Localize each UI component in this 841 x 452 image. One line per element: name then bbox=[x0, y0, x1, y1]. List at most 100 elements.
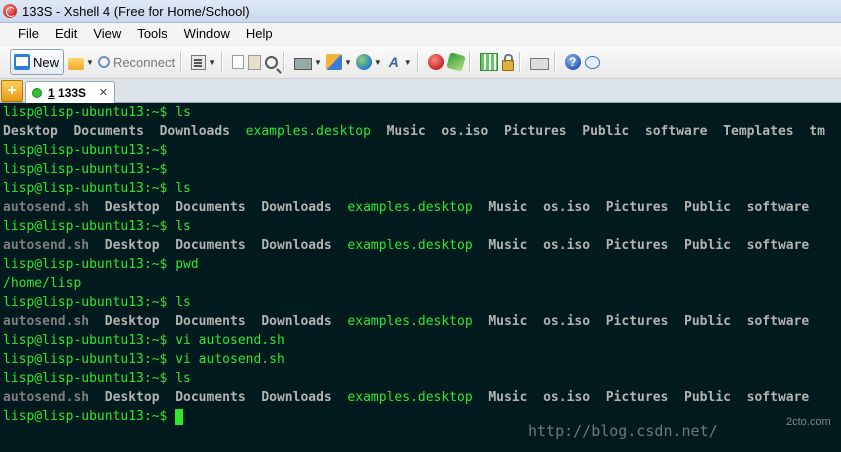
chevron-down-icon: ▼ bbox=[403, 57, 412, 67]
menu-view[interactable]: View bbox=[85, 23, 129, 45]
terminal-line: lisp@lisp-ubuntu13:~$ pwd bbox=[3, 255, 199, 274]
ls-entry: tm bbox=[809, 124, 825, 139]
menu-tools[interactable]: Tools bbox=[129, 23, 175, 45]
chat-button[interactable] bbox=[584, 50, 600, 74]
menu-window[interactable]: Window bbox=[176, 23, 238, 45]
tab-label: 1 133S bbox=[48, 85, 87, 100]
ls-entry: Downloads bbox=[159, 124, 231, 139]
lock-button[interactable] bbox=[501, 50, 514, 74]
chat-icon bbox=[584, 55, 600, 69]
text-cursor bbox=[175, 408, 184, 425]
shell-prompt: lisp@lisp-ubuntu13:~$ bbox=[3, 143, 168, 158]
terminal-line: lisp@lisp-ubuntu13:~$ bbox=[3, 141, 167, 160]
terminal-line: lisp@lisp-ubuntu13:~$ ls bbox=[3, 217, 191, 236]
encoding-button[interactable]: ▼ bbox=[355, 50, 382, 74]
transfer-icon bbox=[325, 54, 342, 70]
xftp-icon bbox=[445, 52, 466, 72]
ls-entry: Downloads bbox=[261, 314, 332, 329]
shell-prompt: lisp@lisp-ubuntu13:~$ bbox=[3, 371, 168, 386]
ls-entry: Pictures bbox=[605, 238, 669, 253]
ls-entry: examples.desktop bbox=[347, 238, 473, 253]
xftp-button[interactable] bbox=[445, 50, 466, 74]
transfer-button[interactable]: ▼ bbox=[325, 50, 352, 74]
terminal-area[interactable]: lisp@lisp-ubuntu13:~$ ls Desktop Document… bbox=[0, 103, 841, 452]
ls-entry: Documents bbox=[73, 124, 144, 139]
paste-button[interactable] bbox=[248, 50, 262, 74]
ls-entry: Music bbox=[488, 314, 528, 329]
ls-entry: Music bbox=[488, 238, 528, 253]
ls-entry: autosend.sh bbox=[3, 200, 90, 215]
menu-help[interactable]: Help bbox=[238, 23, 281, 45]
find-button[interactable] bbox=[265, 50, 279, 74]
ls-entry: software bbox=[746, 390, 810, 405]
shell-prompt: lisp@lisp-ubuntu13:~$ bbox=[3, 105, 168, 120]
menu-file[interactable]: File bbox=[0, 23, 47, 45]
help-button[interactable]: ? bbox=[564, 50, 581, 74]
layout-button[interactable] bbox=[479, 50, 498, 74]
ls-entry: Music bbox=[386, 124, 426, 139]
shell-command: ls bbox=[167, 219, 191, 234]
ls-entry: os.iso bbox=[543, 390, 591, 405]
ls-entry: autosend.sh bbox=[3, 238, 90, 253]
terminal-line: autosend.sh Desktop Documents Downloads … bbox=[3, 236, 809, 255]
terminal-line: /home/lisp bbox=[3, 274, 81, 293]
print-button[interactable]: ▼ bbox=[294, 50, 322, 74]
chevron-down-icon: ▼ bbox=[343, 57, 352, 67]
search-icon bbox=[265, 55, 279, 69]
shell-prompt: lisp@lisp-ubuntu13:~$ bbox=[3, 257, 168, 272]
ls-entry: Desktop bbox=[3, 124, 58, 139]
keyboard-button[interactable] bbox=[529, 50, 549, 74]
shell-prompt: lisp@lisp-ubuntu13:~$ bbox=[3, 333, 168, 348]
chevron-down-icon: ▼ bbox=[208, 57, 217, 67]
terminal-line: Desktop Documents Downloads examples.des… bbox=[3, 122, 825, 141]
reconnect-button[interactable]: Reconnect bbox=[95, 50, 176, 74]
terminal-line: autosend.sh Desktop Documents Downloads … bbox=[3, 388, 809, 407]
ls-entry: Public bbox=[582, 124, 630, 139]
toolbar: New ▼ Reconnect ▼ ▼ ▼ ▼ A ▼ ? bbox=[0, 46, 841, 79]
ls-entry: Downloads bbox=[261, 200, 332, 215]
open-button[interactable]: ▼ bbox=[68, 50, 94, 74]
copy-button[interactable] bbox=[232, 50, 245, 74]
close-icon[interactable]: ✕ bbox=[99, 86, 108, 99]
watermark-logo: 2cto.com bbox=[786, 416, 831, 428]
xmanager-button[interactable] bbox=[427, 50, 444, 74]
paste-icon bbox=[248, 54, 262, 70]
ls-entry: Pictures bbox=[503, 124, 567, 139]
ls-entry: examples.desktop bbox=[347, 390, 473, 405]
toolbar-divider bbox=[553, 52, 556, 72]
tab-session[interactable]: 1 133S ✕ bbox=[25, 81, 115, 103]
font-button[interactable]: A ▼ bbox=[386, 50, 412, 74]
lock-icon bbox=[501, 53, 514, 71]
ls-entry: Desktop bbox=[104, 200, 160, 215]
shell-command: ls bbox=[167, 181, 191, 196]
properties-button[interactable]: ▼ bbox=[191, 50, 216, 74]
ls-entry: Downloads bbox=[261, 390, 332, 405]
link-icon bbox=[95, 53, 113, 71]
toolbar-divider bbox=[221, 52, 224, 72]
ls-entry: Public bbox=[684, 390, 731, 405]
reconnect-label: Reconnect bbox=[112, 54, 176, 70]
add-tab-button[interactable]: + bbox=[1, 80, 23, 102]
terminal-line: autosend.sh Desktop Documents Downloads … bbox=[3, 198, 809, 217]
watermark-url: http://blog.csdn.net/ bbox=[528, 422, 718, 440]
shell-command: vi autosend.sh bbox=[167, 333, 285, 348]
globe-icon bbox=[355, 54, 372, 70]
ls-entry: Public bbox=[684, 200, 731, 215]
menu-edit[interactable]: Edit bbox=[47, 23, 85, 45]
ls-entry: Documents bbox=[175, 314, 246, 329]
xshell-icon bbox=[3, 4, 17, 18]
title-bar: 133S - Xshell 4 (Free for Home/School) bbox=[0, 0, 841, 23]
shell-prompt: lisp@lisp-ubuntu13:~$ bbox=[3, 409, 168, 424]
ls-entry: autosend.sh bbox=[3, 314, 90, 329]
properties-icon bbox=[191, 54, 207, 70]
terminal-line: lisp@lisp-ubuntu13:~$ ls bbox=[3, 369, 191, 388]
terminal-line: lisp@lisp-ubuntu13:~$ ls bbox=[3, 293, 191, 312]
ls-entry: software bbox=[746, 314, 810, 329]
new-session-button[interactable]: New bbox=[10, 49, 65, 75]
ls-entry: Desktop bbox=[104, 390, 160, 405]
copy-icon bbox=[232, 55, 245, 69]
window-title: 133S - Xshell 4 (Free for Home/School) bbox=[22, 3, 250, 19]
shell-command: ls bbox=[167, 295, 191, 310]
ls-entry: examples.desktop bbox=[347, 314, 473, 329]
ls-entry: Desktop bbox=[104, 314, 160, 329]
